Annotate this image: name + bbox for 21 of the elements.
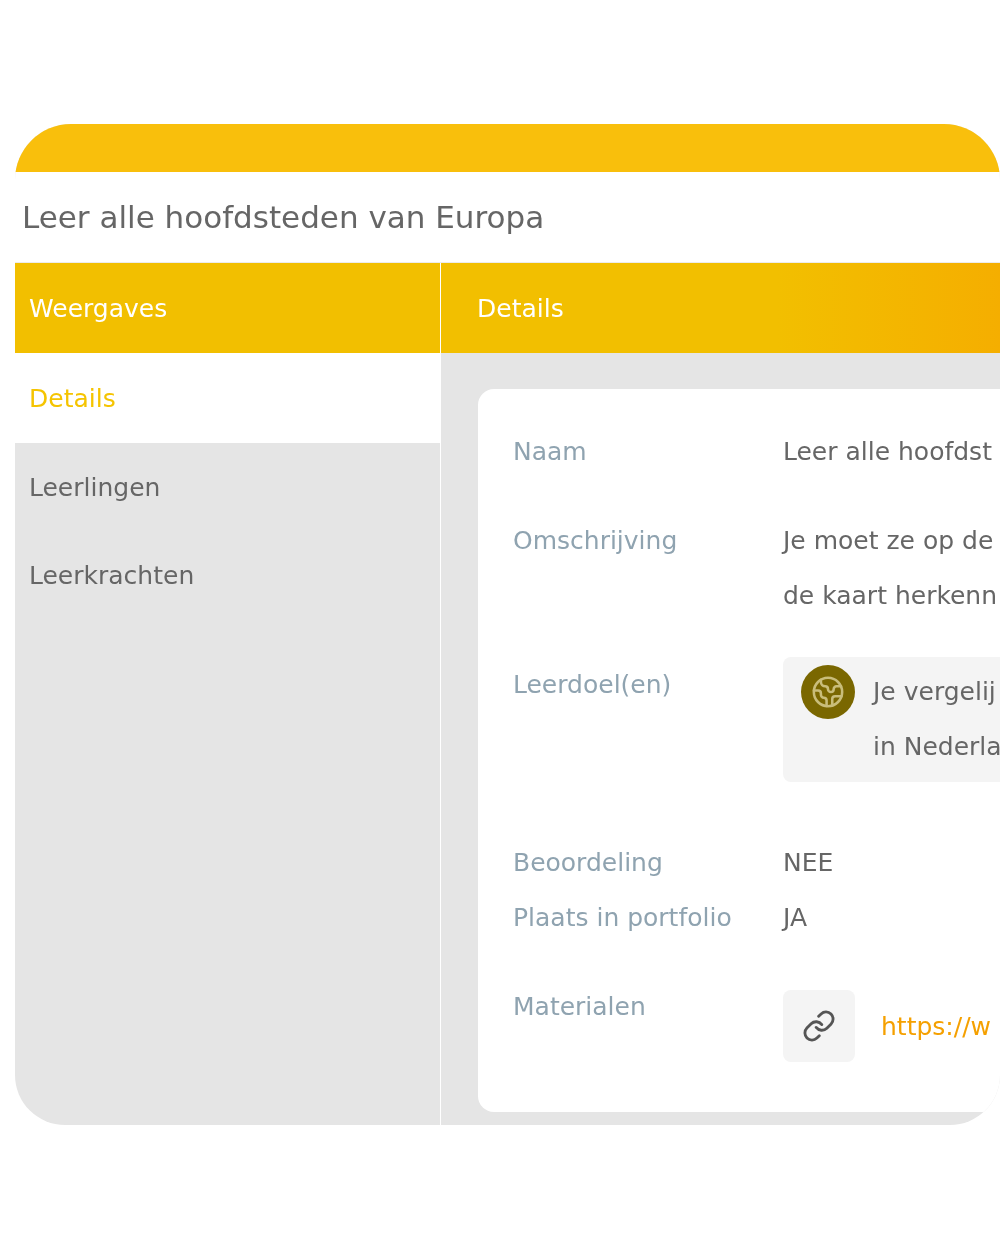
details-header: Details [441, 263, 1000, 353]
sidebar-header: Weergaves [15, 263, 440, 353]
link-button[interactable] [783, 990, 855, 1062]
page-title: Leer alle hoofdsteden van Europa [22, 199, 545, 235]
goal-text: in Nederla [873, 731, 1000, 763]
field-label: Beoordeling [513, 847, 664, 879]
field-value: JA [783, 902, 809, 934]
field-label: Naam [513, 436, 588, 468]
field-label: Omschrijving [513, 525, 679, 557]
globe-icon [801, 665, 855, 719]
sidebar-item[interactable]: Leerlingen [15, 443, 440, 531]
field-value: Je moet ze op de [783, 525, 995, 557]
goal-text: Je vergelij [873, 676, 997, 708]
field-label: Materialen [513, 991, 647, 1023]
field-label: Plaats in portfolio [513, 902, 733, 934]
field-label: Leerdoel(en) [513, 669, 673, 701]
field-value: de kaart herkenn [783, 580, 999, 612]
sidebar-item[interactable]: Leerkrachten [15, 531, 440, 619]
link-icon [802, 1009, 836, 1043]
field-value: Leer alle hoofdst [783, 436, 993, 468]
field-value: NEE [783, 847, 835, 879]
